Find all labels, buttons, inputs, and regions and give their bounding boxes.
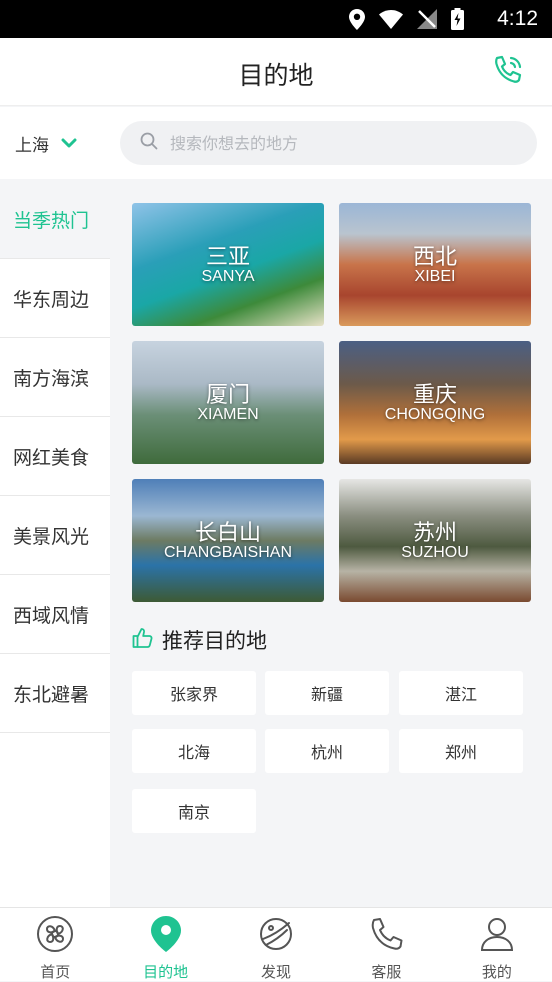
sidebar-item-western[interactable]: 西域风情 [0, 575, 110, 654]
recommend-tag-zhanjiang[interactable]: 湛江 [399, 671, 523, 715]
tab-discover[interactable]: 发现 [221, 908, 331, 981]
tab-destination-label: 目的地 [143, 963, 189, 981]
wifi-icon [379, 9, 403, 29]
sidebar-item-northeast[interactable]: 东北避暑 [0, 654, 110, 733]
destination-name-en: XIBEI [414, 268, 456, 285]
destination-name-en: XIAMEN [197, 406, 259, 423]
phone-icon[interactable] [492, 54, 524, 92]
destination-name: 长白山 [194, 521, 261, 546]
destination-name: 重庆 [412, 383, 457, 408]
no-signal-icon [417, 9, 437, 29]
tab-destination[interactable]: 目的地 [110, 908, 220, 981]
tab-service[interactable]: 客服 [331, 908, 441, 981]
destination-card-suzhou[interactable]: 苏州 SUZHOU [339, 479, 531, 602]
recommend-tag-zhengzhou[interactable]: 郑州 [399, 729, 523, 773]
thumbs-up-icon [132, 627, 154, 654]
chevron-down-icon [61, 134, 77, 154]
status-time: 4:12 [497, 7, 538, 30]
destination-card-xibei[interactable]: 西北 XIBEI [339, 203, 531, 326]
phone-icon [367, 915, 405, 957]
search-icon [140, 132, 158, 154]
location-pin-icon [149, 915, 183, 957]
search-input[interactable] [170, 133, 470, 153]
destination-name-en: CHONGQING [384, 406, 486, 423]
recommend-title: 推荐目的地 [162, 629, 267, 653]
search-bar[interactable] [120, 121, 537, 165]
bottom-tab-bar: 首页 目的地 发现 客服 我的 [0, 907, 552, 981]
tab-profile-label: 我的 [481, 963, 512, 981]
destination-name-en: SUZHOU [401, 544, 469, 561]
status-icons [349, 8, 464, 30]
sidebar-item-east-china[interactable]: 华东周边 [0, 259, 110, 338]
page-title: 目的地 [238, 61, 314, 90]
user-icon [478, 915, 516, 957]
category-sidebar: 当季热门 华东周边 南方海滨 网红美食 美景风光 西域风情 东北避暑 [0, 180, 110, 907]
destination-name: 厦门 [205, 383, 250, 408]
destination-card-xiamen[interactable]: 厦门 XIAMEN [132, 341, 324, 464]
status-bar: 4:12 [0, 0, 552, 38]
destination-name: 三亚 [205, 245, 250, 270]
recommend-tag-zhangjiajie[interactable]: 张家界 [132, 671, 256, 715]
city-selector[interactable]: 上海 [15, 131, 77, 156]
destination-content: 三亚 SANYA 西北 XIBEI 厦门 XIAMEN 重庆 CHONGQING… [110, 180, 552, 907]
location-icon [349, 8, 365, 30]
recommend-tag-xinjiang[interactable]: 新疆 [265, 671, 389, 715]
battery-charging-icon [451, 8, 464, 30]
destination-name-en: CHANGBAISHAN [163, 544, 293, 561]
sidebar-item-seasonal-hot[interactable]: 当季热门 [0, 180, 110, 259]
tab-home[interactable]: 首页 [0, 908, 110, 981]
home-icon [36, 915, 74, 957]
recommend-tag-hangzhou[interactable]: 杭州 [265, 729, 389, 773]
sidebar-item-scenery[interactable]: 美景风光 [0, 496, 110, 575]
destination-name: 苏州 [412, 521, 457, 546]
destination-card-chongqing[interactable]: 重庆 CHONGQING [339, 341, 531, 464]
recommend-tag-beihai[interactable]: 北海 [132, 729, 256, 773]
tab-home-label: 首页 [40, 963, 71, 981]
destination-card-changbaishan[interactable]: 长白山 CHANGBAISHAN [132, 479, 324, 602]
destination-card-sanya[interactable]: 三亚 SANYA [132, 203, 324, 326]
tab-service-label: 客服 [371, 963, 402, 981]
tab-discover-label: 发现 [261, 963, 292, 981]
recommend-tag-nanjing[interactable]: 南京 [132, 789, 256, 833]
tab-profile[interactable]: 我的 [442, 908, 552, 981]
search-row: 上海 [0, 107, 552, 179]
destination-name-en: SANYA [201, 268, 255, 285]
planet-icon [257, 915, 295, 957]
destination-name: 西北 [412, 245, 457, 270]
recommend-header: 推荐目的地 [132, 625, 267, 655]
city-label: 上海 [15, 136, 49, 156]
app-header: 目的地 [0, 38, 552, 106]
sidebar-item-food[interactable]: 网红美食 [0, 417, 110, 496]
sidebar-item-south-coast[interactable]: 南方海滨 [0, 338, 110, 417]
